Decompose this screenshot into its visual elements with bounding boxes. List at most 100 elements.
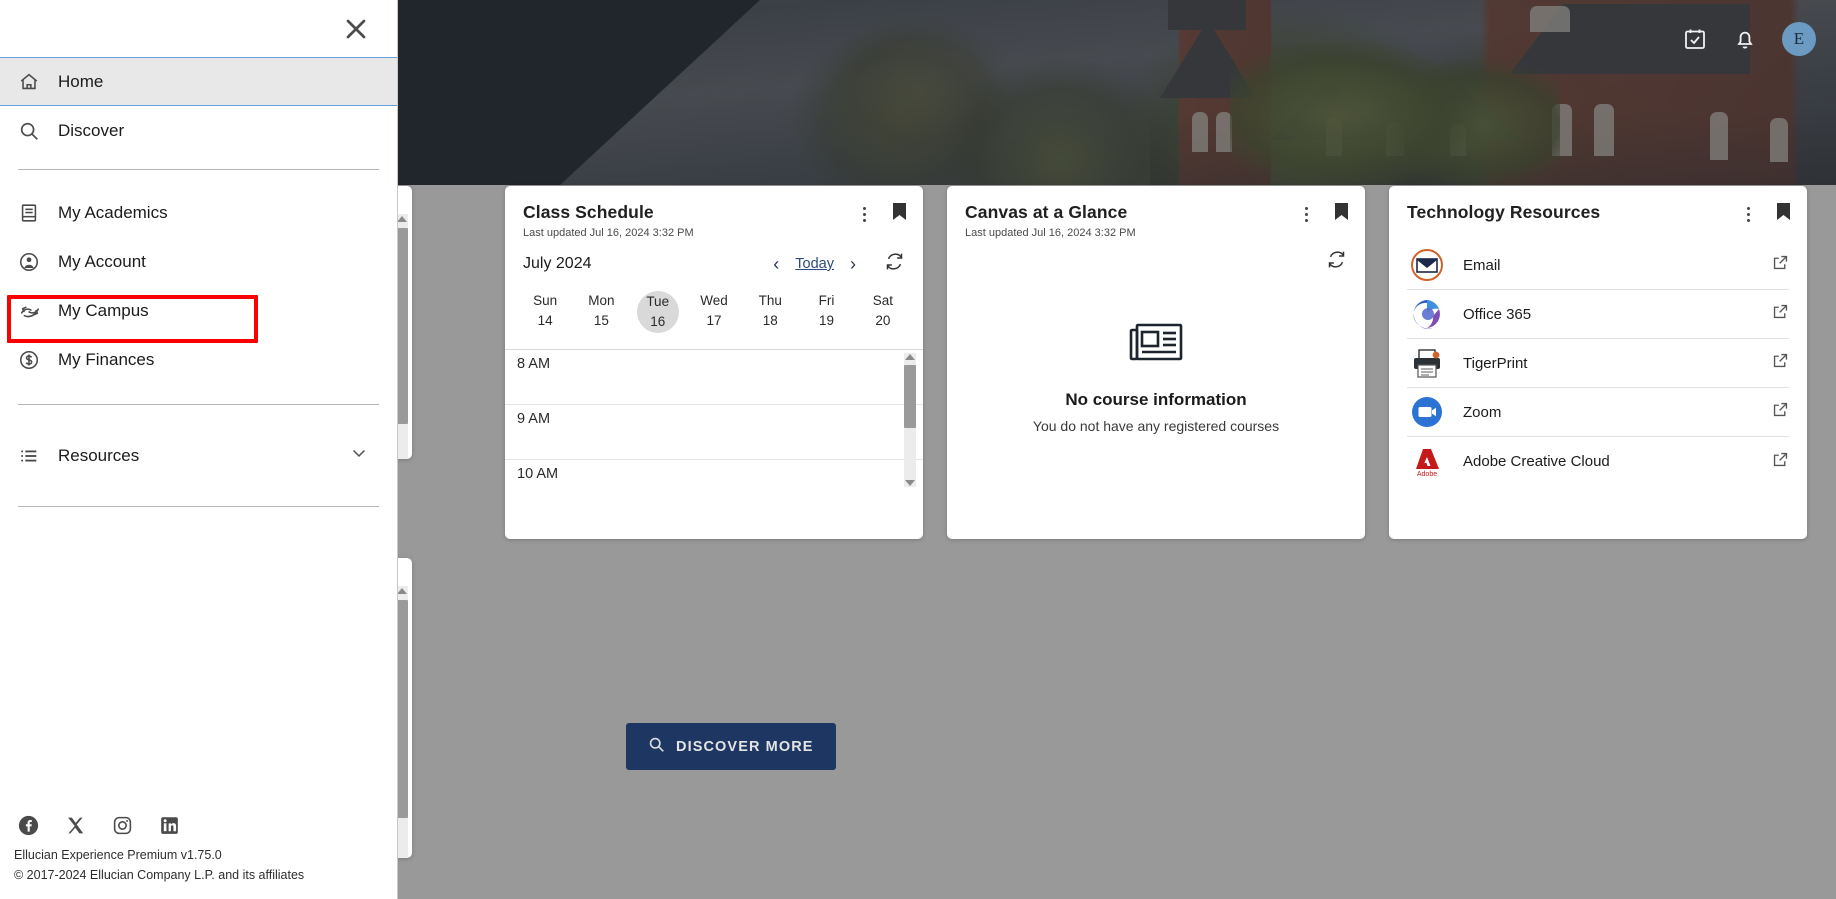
sidebar-item-label: My Account [58, 251, 146, 271]
last-updated: Last updated Jul 16, 2024 3:32 PM [965, 227, 1136, 239]
sidebar-footer: Ellucian Experience Premium v1.75.0 © 20… [0, 815, 397, 899]
day-of-week: Wed [700, 293, 728, 308]
header-actions: E [1682, 22, 1816, 56]
calendar-day-tue[interactable]: Tue 16 [630, 287, 686, 337]
discover-more-button[interactable]: DISCOVER MORE [626, 723, 836, 770]
sidebar-item-home[interactable]: Home [0, 57, 397, 106]
resource-item-adobe-creative-cloud[interactable]: Adobe Adobe Creative Cloud [1407, 437, 1789, 486]
external-link-icon[interactable] [1772, 303, 1789, 325]
x-twitter-icon[interactable] [65, 815, 86, 836]
sidebar-item-resources[interactable]: Resources [0, 431, 397, 480]
card-canvas-at-a-glance: Canvas at a Glance Last updated Jul 16, … [947, 186, 1365, 539]
day-of-week: Tue [646, 294, 670, 310]
refresh-icon[interactable] [884, 251, 905, 277]
resource-label: Adobe Creative Cloud [1463, 453, 1610, 470]
navigation-sidebar: Home Discover My Academics My Account My… [0, 0, 398, 899]
calendar-month-label: July 2024 [523, 255, 592, 272]
hour-grid: 8 AM 9 AM 10 AM [505, 350, 923, 490]
prev-week-button[interactable]: ‹ [771, 255, 781, 273]
hour-row[interactable]: 10 AM [505, 460, 923, 490]
next-week-button[interactable]: › [848, 255, 858, 273]
sidebar-item-my-campus[interactable]: My Campus [0, 286, 397, 335]
instagram-icon[interactable] [112, 815, 133, 836]
day-of-week: Thu [758, 293, 782, 308]
day-of-week: Mon [588, 293, 615, 308]
bookmark-icon[interactable] [1334, 202, 1349, 226]
dollar-circle-icon [18, 349, 52, 371]
day-number: 20 [875, 312, 891, 328]
day-number: 18 [762, 312, 778, 328]
notifications-bell-icon[interactable] [1732, 26, 1758, 52]
week-day-strip: Sun 14 Mon 15 Tue 16 Wed 17 Thu 18 Fri 19 Sat 20 [505, 277, 923, 349]
calendar-day-thu[interactable]: Thu 18 [742, 287, 798, 337]
sidebar-item-my-academics[interactable]: My Academics [0, 188, 397, 237]
sidebar-section-personal: My Academics My Account My Campus My Fin… [0, 170, 397, 390]
card-menu-button[interactable] [1745, 205, 1752, 224]
last-updated: Last updated Jul 16, 2024 3:32 PM [523, 227, 694, 239]
calendar-day-sun[interactable]: Sun 14 [517, 287, 573, 337]
sidebar-item-label: Home [58, 71, 104, 91]
external-link-icon[interactable] [1772, 254, 1789, 276]
bookmark-icon[interactable] [1776, 202, 1791, 226]
sidebar-item-label: Resources [58, 445, 140, 465]
empty-state: No course information You do not have an… [947, 275, 1365, 434]
day-of-week: Fri [818, 293, 835, 308]
resource-label: Office 365 [1463, 305, 1532, 323]
card-menu-button[interactable] [861, 205, 868, 224]
resource-list: Email Office 365 TigerPrint Zoom Adobe A… [1389, 235, 1807, 496]
discover-more-label: DISCOVER MORE [676, 738, 814, 755]
calendar-day-fri[interactable]: Fri 19 [798, 287, 854, 337]
card-technology-resources: Technology Resources Email Office 365 Ti… [1389, 186, 1807, 539]
home-icon [18, 71, 52, 93]
hours-scrollbar[interactable] [904, 353, 916, 487]
person-circle-icon [18, 251, 52, 273]
card-title: Canvas at a Glance [965, 202, 1128, 222]
refresh-icon[interactable] [1326, 249, 1347, 275]
close-icon[interactable] [339, 12, 373, 46]
chevron-down-icon[interactable] [349, 443, 369, 468]
newspaper-icon [1129, 321, 1183, 368]
sidebar-item-my-account[interactable]: My Account [0, 237, 397, 286]
divider [18, 506, 379, 507]
sidebar-item-my-finances[interactable]: My Finances [0, 335, 397, 384]
sidebar-item-label: My Campus [58, 300, 149, 320]
today-button[interactable]: Today [795, 256, 834, 272]
zoom-video-icon [1407, 392, 1447, 432]
sidebar-item-discover[interactable]: Discover [0, 106, 397, 155]
resource-item-zoom[interactable]: Zoom [1407, 388, 1789, 437]
tasks-calendar-icon[interactable] [1682, 26, 1708, 52]
external-link-icon[interactable] [1772, 401, 1789, 423]
calendar-day-sat[interactable]: Sat 20 [855, 287, 911, 337]
printer-icon [1407, 343, 1447, 383]
day-of-week: Sat [872, 293, 893, 308]
calendar-day-wed[interactable]: Wed 17 [686, 287, 742, 337]
resource-item-email[interactable]: Email [1407, 241, 1789, 290]
external-link-icon[interactable] [1772, 451, 1789, 473]
avatar[interactable]: E [1782, 22, 1816, 56]
day-number: 17 [706, 312, 722, 328]
empty-title: No course information [1065, 390, 1247, 409]
bookmark-icon[interactable] [892, 202, 907, 226]
linkedin-icon[interactable] [159, 815, 180, 836]
empty-subtitle: You do not have any registered courses [1032, 418, 1280, 434]
card-title: Technology Resources [1407, 202, 1601, 222]
resource-label: TigerPrint [1463, 354, 1528, 372]
copyright: © 2017-2024 Ellucian Company L.P. and it… [14, 867, 305, 882]
card-menu-button[interactable] [1303, 205, 1310, 224]
resource-label: Email [1463, 256, 1501, 274]
calendar-day-mon[interactable]: Mon 15 [573, 287, 629, 337]
search-icon [648, 736, 665, 757]
hour-row[interactable]: 8 AM [505, 350, 923, 405]
external-link-icon[interactable] [1772, 352, 1789, 374]
search-icon [18, 120, 52, 142]
resource-label: Zoom [1463, 403, 1502, 421]
card-class-schedule: Class Schedule Last updated Jul 16, 2024… [505, 186, 923, 539]
facebook-icon[interactable] [18, 815, 39, 836]
resource-item-office365[interactable]: Office 365 [1407, 290, 1789, 339]
app-version: Ellucian Experience Premium v1.75.0 [14, 848, 222, 863]
sidebar-header [0, 0, 397, 57]
hour-row[interactable]: 9 AM [505, 405, 923, 460]
campus-icon [18, 300, 52, 322]
resource-item-tigerprint[interactable]: TigerPrint [1407, 339, 1789, 388]
social-links [14, 815, 397, 846]
